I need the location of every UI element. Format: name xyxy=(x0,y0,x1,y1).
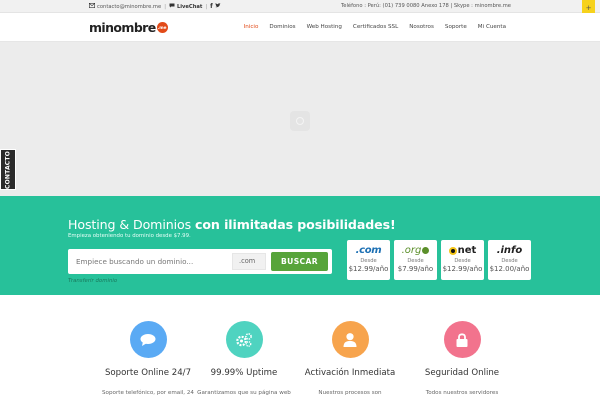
nav-item-dominios[interactable]: Dominios xyxy=(269,24,295,30)
band-title: Hosting & Dominios con ilimitadas posibi… xyxy=(68,217,396,232)
contact-tab-label: CONTACTO xyxy=(4,150,12,189)
band-subtitle: Empieza obteniendo tu dominio desde $7.9… xyxy=(68,233,191,239)
feature-description: Todos nuestros servidores xyxy=(425,390,499,396)
divider: | xyxy=(164,3,166,10)
features-section: Soporte Online 24/7 Soporte telefónico, … xyxy=(0,295,600,400)
navbar: minombre .me Inicio Dominios Web Hosting… xyxy=(0,13,600,42)
top-bar: contacto@minombre.me | LiveChat | f Telé… xyxy=(0,0,600,13)
domain-search-input[interactable] xyxy=(76,249,226,274)
tld-name: .info xyxy=(496,244,523,256)
logo-badge: .me xyxy=(156,22,168,33)
tld-card-info[interactable]: .info Desde $12.00/año xyxy=(488,240,531,280)
lock-icon xyxy=(443,321,481,358)
tld-price: $7.99/año xyxy=(397,265,434,273)
band-title-bold: con ilimitadas posibilidades! xyxy=(195,217,396,232)
tld-card-com[interactable]: .com Desde $12.99/año xyxy=(347,240,390,280)
twitter-icon[interactable] xyxy=(215,3,221,10)
tld-price: $12.99/año xyxy=(348,265,389,273)
feature-title: Seguridad Online xyxy=(424,368,500,378)
feature-seguridad: Seguridad Online Todos nuestros servidor… xyxy=(402,321,522,396)
tld-name-row: .org xyxy=(394,244,437,257)
domain-search-band: Hosting & Dominios con ilimitadas posibi… xyxy=(0,196,600,295)
feature-activacion: Activación Inmediata Nuestros procesos s… xyxy=(290,321,410,396)
transfer-domain-link[interactable]: Transferir dominio xyxy=(68,278,117,284)
nav-item-nosotros[interactable]: Nosotros xyxy=(409,24,434,30)
logo[interactable]: minombre .me xyxy=(89,21,168,34)
feature-uptime: 99.99% Uptime Garantizamos que su página… xyxy=(184,321,304,396)
chat-bubble-icon xyxy=(169,3,175,10)
tld-price: $12.00/año xyxy=(489,265,530,273)
main-menu: Inicio Dominios Web Hosting Certificados… xyxy=(244,24,506,30)
contact-info: Teléfono : Perú: (01) 739 0080 Anexo 178… xyxy=(340,3,511,9)
net-logo-icon xyxy=(448,246,457,255)
feature-title: 99.99% Uptime xyxy=(210,368,278,378)
tld-select[interactable]: .com xyxy=(232,253,266,270)
page: contacto@minombre.me | LiveChat | f Telé… xyxy=(0,0,600,400)
tld-card-org[interactable]: .org Desde $7.99/año xyxy=(394,240,437,280)
nav-item-inicio[interactable]: Inicio xyxy=(244,24,259,30)
tld-name-row: net xyxy=(441,244,484,257)
logo-text: minombre xyxy=(89,20,156,35)
tld-name: net xyxy=(457,244,477,256)
nav-item-certificados-ssl[interactable]: Certificados SSL xyxy=(353,24,398,30)
tld-label: Desde xyxy=(501,258,518,264)
tld-card-net[interactable]: net Desde $12.99/año xyxy=(441,240,484,280)
tld-name: .org xyxy=(401,244,422,256)
tld-price-cards: .com Desde $12.99/año .org Desde $7.99/a… xyxy=(347,240,531,280)
feature-description: Garantizamos que su página web xyxy=(197,390,291,396)
tld-name: .com xyxy=(355,244,382,256)
hero-slider xyxy=(0,42,600,196)
email-link[interactable]: contacto@minombre.me xyxy=(97,4,161,10)
user-icon xyxy=(331,321,369,358)
search-button[interactable]: BUSCAR xyxy=(271,252,328,271)
tld-label: Desde xyxy=(407,258,424,264)
tld-label: Desde xyxy=(360,258,377,264)
feature-description: Nuestros procesos son xyxy=(318,390,382,396)
gears-icon xyxy=(225,321,263,358)
chat-icon xyxy=(129,321,167,358)
nav-item-mi-cuenta[interactable]: Mi Cuenta xyxy=(478,24,506,30)
top-bar-left: contacto@minombre.me | LiveChat | f xyxy=(89,3,221,10)
tld-label: Desde xyxy=(454,258,471,264)
org-logo-icon xyxy=(422,247,430,254)
loading-spinner-icon xyxy=(290,111,310,131)
nav-item-soporte[interactable]: Soporte xyxy=(445,24,467,30)
domain-search-form: .com BUSCAR xyxy=(68,249,332,274)
tld-price: $12.99/año xyxy=(442,265,483,273)
band-title-plain: Hosting & Dominios xyxy=(68,217,192,232)
livechat-link[interactable]: LiveChat xyxy=(177,4,202,10)
contact-tab[interactable]: CONTACTO xyxy=(0,149,16,190)
nav-item-web-hosting[interactable]: Web Hosting xyxy=(307,24,342,30)
divider: | xyxy=(205,3,208,10)
envelope-icon xyxy=(89,3,96,10)
feature-title: Activación Inmediata xyxy=(304,368,396,378)
facebook-icon[interactable]: f xyxy=(210,3,213,10)
